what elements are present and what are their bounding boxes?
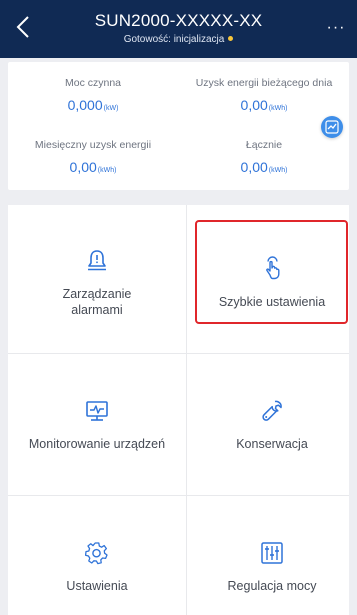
tile-label: Ustawienia (66, 579, 128, 593)
app-header: SUN2000-XXXXX-XX Gotowość: inicjalizacja… (0, 0, 357, 58)
total-yield-stat: Łącznie 0,00(kWh) (179, 138, 349, 179)
stat-unit: (kWh) (268, 167, 288, 174)
stat-number: 0,000 (67, 97, 103, 113)
stat-unit: (kWh) (268, 105, 288, 112)
more-options-button[interactable]: ··· (325, 18, 347, 38)
tile-label: Szybkie ustawienia (218, 295, 326, 309)
stat-value: 0,00(kWh) (179, 159, 349, 179)
settings-tile[interactable]: Ustawienia (12, 497, 182, 615)
stat-value: 0,00(kWh) (179, 97, 349, 117)
stat-number: 0,00 (69, 159, 97, 175)
back-button[interactable] (8, 12, 38, 42)
grid-divider (8, 495, 349, 496)
gear-icon (84, 542, 108, 565)
daily-yield-stat: Uzysk energii bieżącego dnia 0,00(kWh) (179, 76, 349, 117)
device-title: SUN2000-XXXXX-XX (94, 11, 263, 30)
tile-label: Konserwacja (236, 437, 308, 451)
stat-value: 0,00(kWh) (8, 159, 178, 179)
trend-chart-button[interactable] (321, 116, 343, 138)
alarm-management-tile[interactable]: Zarządzanie alarmami (12, 213, 182, 353)
device-status: Gotowość: inicjalizacja (70, 33, 287, 47)
stat-number: 0,00 (240, 159, 268, 175)
stat-label: Uzysk energii bieżącego dnia (195, 77, 333, 89)
energy-summary-card: Moc czynna 0,000(kW) Uzysk energii bieżą… (8, 62, 349, 190)
wrench-icon (262, 400, 282, 421)
active-power-stat: Moc czynna 0,000(kW) (8, 76, 178, 117)
quick-settings-tile[interactable]: Szybkie ustawienia (187, 213, 357, 353)
stat-unit: (kWh) (97, 167, 117, 174)
tap-hand-icon (266, 256, 280, 280)
status-dot-icon (228, 35, 234, 41)
stat-unit: (kW) (103, 105, 119, 112)
monthly-yield-stat: Miesięczny uzysk energii 0,00(kWh) (8, 138, 178, 179)
function-menu-grid: Zarządzanie alarmami Szybkie ustawienia … (8, 205, 349, 615)
tile-label: Zarządzanie alarmami (62, 287, 132, 317)
sliders-icon (261, 542, 283, 564)
power-regulation-tile[interactable]: Regulacja mocy (187, 497, 357, 615)
device-monitoring-tile[interactable]: Monitorowanie urządzeń (12, 355, 182, 495)
header-title-block: SUN2000-XXXXX-XX Gotowość: inicjalizacja (70, 11, 287, 47)
chevron-left-icon (16, 16, 29, 38)
tile-label: Regulacja mocy (227, 579, 317, 593)
stat-label: Miesięczny uzysk energii (34, 139, 152, 151)
stat-label: Moc czynna (64, 77, 122, 89)
stat-value: 0,000(kW) (8, 97, 178, 117)
maintenance-tile[interactable]: Konserwacja (187, 355, 357, 495)
grid-divider (8, 353, 349, 354)
tile-label: Monitorowanie urządzeń (28, 437, 166, 451)
alarm-bell-icon (88, 250, 106, 271)
more-dots-icon: ··· (326, 19, 346, 36)
monitor-icon (86, 401, 108, 421)
stat-number: 0,00 (240, 97, 268, 113)
stat-label: Łącznie (245, 139, 283, 151)
line-chart-icon (325, 120, 339, 134)
device-status-text: Gotowość: inicjalizacja (123, 34, 225, 45)
